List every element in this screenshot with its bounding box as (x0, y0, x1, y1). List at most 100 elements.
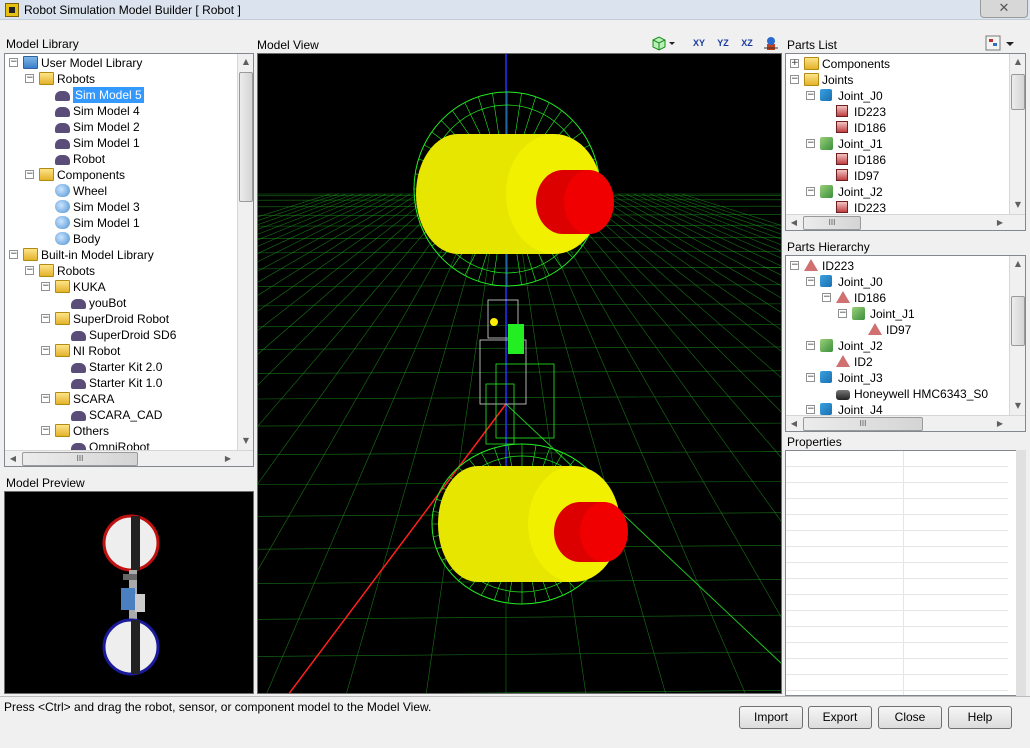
scroll-down-arrow-icon[interactable]: ▼ (1010, 398, 1025, 414)
scroll-up-arrow-icon[interactable]: ▲ (1010, 256, 1025, 272)
hscroll-thumb[interactable]: III (22, 452, 138, 466)
tree-node[interactable]: − Others (5, 423, 253, 439)
tree-node[interactable]: + Components (786, 56, 1025, 72)
properties-row[interactable] (786, 595, 1008, 611)
parts-list-vscroll[interactable]: ▲ ▼ (1009, 54, 1025, 214)
collapse-icon[interactable]: − (806, 139, 815, 148)
tree-node[interactable]: − User Model Library (5, 55, 253, 71)
tree-node[interactable]: Starter Kit 1.0 (5, 375, 253, 391)
tree-node[interactable]: SCARA_CAD (5, 407, 253, 423)
properties-row[interactable] (786, 643, 1008, 659)
properties-row[interactable] (786, 547, 1008, 563)
collapse-icon[interactable]: − (25, 170, 34, 179)
tree-node[interactable]: − Joint_J0 (786, 274, 1025, 290)
collapse-icon[interactable]: − (9, 250, 18, 259)
properties-row[interactable] (786, 499, 1008, 515)
export-button[interactable]: Export (808, 706, 872, 729)
properties-row[interactable] (786, 563, 1008, 579)
properties-vscroll[interactable] (1016, 450, 1026, 696)
parts-hierarchy-vscroll[interactable]: ▲ ▼ (1009, 256, 1025, 415)
scroll-down-arrow-icon[interactable]: ▼ (1010, 197, 1025, 213)
tree-node[interactable]: − Joints (786, 72, 1025, 88)
hscroll-thumb[interactable]: III (803, 417, 923, 431)
collapse-icon[interactable]: − (806, 341, 815, 350)
collapse-icon[interactable]: − (25, 74, 34, 83)
properties-row[interactable] (786, 659, 1008, 675)
scroll-right-arrow-icon[interactable]: ▶ (992, 215, 1008, 230)
collapse-icon[interactable]: − (806, 405, 815, 414)
properties-row[interactable] (786, 611, 1008, 627)
collapse-icon[interactable]: − (790, 261, 799, 270)
collapse-icon[interactable]: − (806, 373, 815, 382)
scroll-left-arrow-icon[interactable]: ◀ (786, 416, 802, 431)
model-library-hscroll[interactable]: ◀ III ▶ (5, 450, 253, 466)
collapse-icon[interactable]: − (790, 75, 799, 84)
tree-node[interactable]: − Joint_J3 (786, 370, 1025, 386)
window-close-button[interactable]: ✕ (980, 0, 1028, 18)
tree-node[interactable]: − Joint_J0 (786, 88, 1025, 104)
tree-node[interactable]: ID97 (786, 168, 1025, 184)
robot-reset-icon[interactable] (762, 35, 780, 51)
scroll-up-arrow-icon[interactable]: ▲ (1010, 54, 1025, 70)
collapse-icon[interactable]: − (806, 91, 815, 100)
tree-node[interactable]: − Built-in Model Library (5, 247, 253, 263)
tree-node[interactable]: Robot (5, 151, 253, 167)
tree-node[interactable]: ID186 (786, 152, 1025, 168)
help-button[interactable]: Help (948, 706, 1012, 729)
tree-node[interactable]: Body (5, 231, 253, 247)
tree-node[interactable]: Sim Model 1 (5, 135, 253, 151)
tree-node[interactable]: − Joint_J1 (786, 136, 1025, 152)
tree-node[interactable]: Sim Model 5 (5, 87, 253, 103)
tree-node[interactable]: Wheel (5, 183, 253, 199)
collapse-icon[interactable]: − (25, 266, 34, 275)
tree-node[interactable]: − SuperDroid Robot (5, 311, 253, 327)
collapse-icon[interactable]: − (41, 394, 50, 403)
tree-node[interactable]: SuperDroid SD6 (5, 327, 253, 343)
tree-node[interactable]: − Robots (5, 71, 253, 87)
parts-list-menu-icon[interactable] (984, 35, 1016, 51)
parts-list-hscroll[interactable]: ◀ III ▶ (786, 214, 1025, 230)
collapse-icon[interactable]: − (41, 426, 50, 435)
scroll-left-arrow-icon[interactable]: ◀ (786, 215, 802, 230)
collapse-icon[interactable]: − (41, 314, 50, 323)
tree-node[interactable]: Honeywell HMC6343_S0 (786, 386, 1025, 402)
tree-node[interactable]: Sim Model 2 (5, 119, 253, 135)
tree-node[interactable]: − SCARA (5, 391, 253, 407)
scroll-right-arrow-icon[interactable]: ▶ (220, 451, 236, 466)
scroll-up-arrow-icon[interactable]: ▲ (238, 54, 253, 70)
tree-node[interactable]: − Joint_J2 (786, 338, 1025, 354)
collapse-icon[interactable]: − (41, 282, 50, 291)
tree-node[interactable]: ID223 (786, 104, 1025, 120)
view-xz-icon[interactable]: XZ (738, 35, 756, 51)
tree-node[interactable]: Sim Model 4 (5, 103, 253, 119)
scroll-down-arrow-icon[interactable]: ▼ (238, 433, 253, 449)
tree-node[interactable]: youBot (5, 295, 253, 311)
collapse-icon[interactable]: − (806, 277, 815, 286)
cube-view-icon[interactable] (650, 35, 676, 51)
tree-node[interactable]: − ID186 (786, 290, 1025, 306)
tree-node[interactable]: − NI Robot (5, 343, 253, 359)
scroll-right-arrow-icon[interactable]: ▶ (992, 416, 1008, 431)
model-view-viewport[interactable] (257, 53, 782, 694)
tree-node[interactable]: − Joint_J2 (786, 184, 1025, 200)
tree-node[interactable]: Sim Model 1 (5, 215, 253, 231)
import-button[interactable]: Import (739, 706, 803, 729)
properties-grid[interactable] (785, 450, 1026, 696)
hscroll-thumb[interactable]: III (803, 216, 861, 230)
tree-node[interactable]: − Robots (5, 263, 253, 279)
collapse-icon[interactable]: − (822, 293, 831, 302)
expand-icon[interactable]: + (790, 59, 799, 68)
scroll-thumb[interactable] (1011, 74, 1025, 110)
view-xy-icon[interactable]: XY (690, 35, 708, 51)
properties-row[interactable] (786, 531, 1008, 547)
properties-row[interactable] (786, 579, 1008, 595)
collapse-icon[interactable]: − (838, 309, 847, 318)
scroll-thumb[interactable] (1011, 296, 1025, 346)
collapse-icon[interactable]: − (41, 346, 50, 355)
close-button[interactable]: Close (878, 706, 942, 729)
scroll-left-arrow-icon[interactable]: ◀ (5, 451, 21, 466)
properties-row[interactable] (786, 483, 1008, 499)
tree-node[interactable]: − KUKA (5, 279, 253, 295)
scroll-thumb[interactable] (239, 72, 253, 202)
properties-row[interactable] (786, 675, 1008, 691)
